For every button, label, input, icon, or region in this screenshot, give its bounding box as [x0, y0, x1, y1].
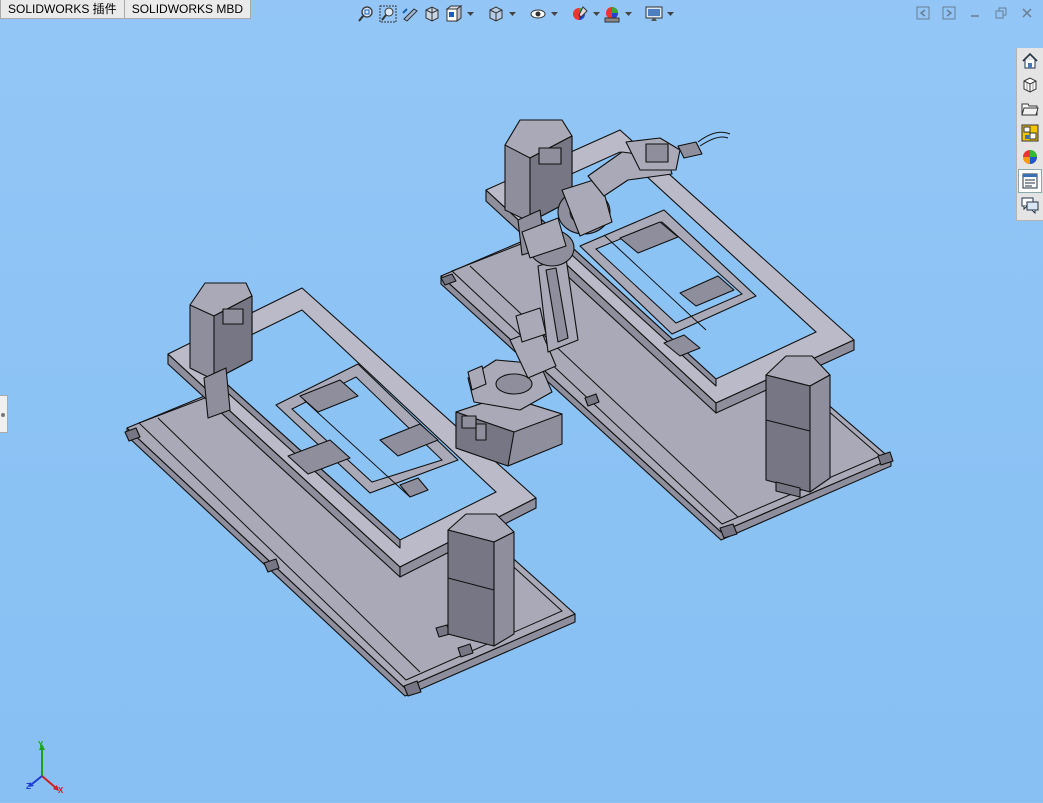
monitor-icon — [645, 6, 663, 21]
previous-view-button[interactable] — [400, 4, 420, 24]
restore-button[interactable] — [993, 5, 1009, 21]
task-pane-custom-properties[interactable] — [1018, 169, 1042, 193]
previous-view-icon — [402, 8, 418, 22]
triad-y-label: Y — [38, 740, 44, 749]
zoom-to-area-button[interactable] — [378, 4, 398, 24]
hide-show-dropdown[interactable] — [550, 4, 558, 24]
chevron-down-icon — [666, 12, 674, 16]
edit-appearance-icon — [573, 6, 588, 20]
task-pane-tabs — [1016, 48, 1043, 221]
window-right-icon — [942, 6, 956, 20]
reference-triad: Y X Z — [26, 740, 68, 798]
section-view-icon — [425, 6, 439, 22]
hide-show-items-button[interactable] — [528, 4, 548, 24]
view-settings-button[interactable] — [644, 4, 664, 24]
apply-scene-button[interactable] — [602, 4, 622, 24]
apply-scene-icon — [604, 7, 620, 23]
display-style-button[interactable] — [486, 4, 506, 24]
restore-icon — [995, 7, 1007, 19]
zoom-to-fit-icon — [358, 6, 373, 22]
view-orientation-button[interactable] — [444, 4, 464, 24]
minimize-button[interactable] — [967, 5, 983, 21]
command-manager-tabs: SOLIDWORKS 插件 SOLIDWORKS MBD — [0, 0, 252, 20]
edit-appearance-button[interactable] — [570, 4, 590, 24]
feature-manager-collapse-handle[interactable] — [0, 395, 8, 433]
chevron-down-icon — [466, 12, 474, 16]
view-palette-icon — [1021, 124, 1039, 142]
tab-solidworks-addins[interactable]: SOLIDWORKS 插件 — [0, 0, 125, 19]
task-pane-resources[interactable] — [1019, 50, 1041, 72]
hide-show-icon — [530, 9, 546, 19]
design-library-icon — [1023, 77, 1037, 93]
document-window-controls — [915, 5, 1035, 21]
previous-window-button[interactable] — [915, 5, 931, 21]
zoom-to-area-icon — [379, 5, 397, 23]
chevron-down-icon — [550, 12, 558, 16]
tab-solidworks-mbd[interactable]: SOLIDWORKS MBD — [124, 0, 252, 19]
task-pane-design-library[interactable] — [1019, 74, 1041, 96]
minimize-icon — [971, 15, 979, 17]
close-icon — [1022, 8, 1032, 18]
window-left-icon — [916, 6, 930, 20]
task-pane-appearances[interactable] — [1019, 146, 1041, 168]
view-orientation-icon — [445, 5, 463, 22]
edit-appearance-dropdown[interactable] — [592, 4, 600, 24]
apply-scene-dropdown[interactable] — [624, 4, 632, 24]
next-window-button[interactable] — [941, 5, 957, 21]
close-button[interactable] — [1019, 5, 1035, 21]
view-orientation-dropdown[interactable] — [466, 4, 474, 24]
view-settings-dropdown[interactable] — [666, 4, 674, 24]
folder-icon — [1021, 103, 1039, 116]
heads-up-view-toolbar — [356, 3, 674, 25]
custom-properties-icon — [1022, 173, 1038, 189]
appearance-ball-icon — [1023, 150, 1037, 164]
zoom-to-fit-button[interactable] — [356, 4, 376, 24]
chevron-down-icon — [592, 12, 600, 16]
triad-z-label: Z — [26, 782, 31, 791]
triad-x-label: X — [58, 786, 64, 795]
task-pane-file-explorer[interactable] — [1019, 98, 1041, 120]
section-view-button[interactable] — [422, 4, 442, 24]
task-pane-forum[interactable] — [1019, 194, 1041, 216]
task-pane-view-palette[interactable] — [1019, 122, 1041, 144]
chevron-down-icon — [508, 12, 516, 16]
chevron-down-icon — [624, 12, 632, 16]
assembly-model[interactable]: .f{fill:#a9a9b8;stroke:#111;stroke-width… — [0, 0, 1043, 802]
display-style-icon — [489, 6, 503, 22]
display-style-dropdown[interactable] — [508, 4, 516, 24]
home-icon — [1022, 52, 1038, 69]
forum-icon — [1021, 197, 1039, 214]
